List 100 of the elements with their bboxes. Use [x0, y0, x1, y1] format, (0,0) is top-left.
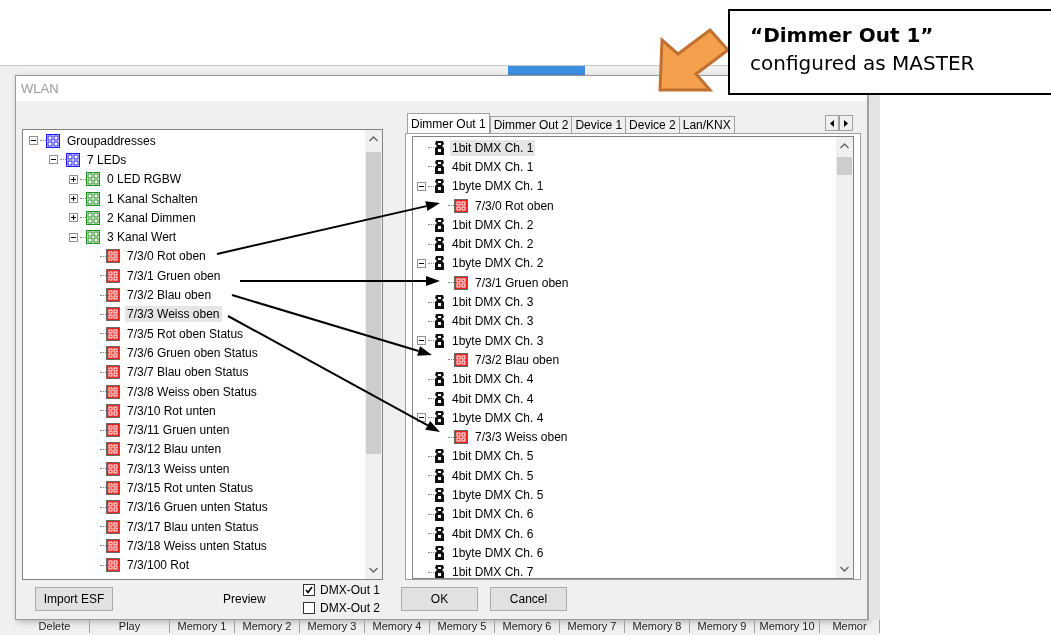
tree-item[interactable]: 1byte DMX Ch. 6: [450, 544, 546, 561]
bottom-tab[interactable]: Memory 2: [235, 620, 300, 633]
bottom-tab[interactable]: Memory 9: [690, 620, 755, 633]
tree-item[interactable]: 7/3/10 Rot unten: [125, 402, 218, 419]
tree-item[interactable]: 1byte DMX Ch. 1: [450, 178, 546, 195]
collapse-icon[interactable]: [417, 413, 426, 423]
bottom-tab[interactable]: Memory 7: [560, 620, 625, 633]
scrollbar[interactable]: [836, 137, 853, 578]
tree-item[interactable]: 7/3/5 Rot oben Status: [125, 325, 246, 342]
tree-item[interactable]: 7/3/13 Weiss unten: [125, 460, 232, 477]
tree-item[interactable]: 7/3/2 Blau oben: [473, 351, 562, 368]
scroll-up-icon[interactable]: [369, 136, 378, 142]
tree-item[interactable]: 3 Kanal Wert: [105, 229, 179, 246]
tree-item[interactable]: 1byte DMX Ch. 5: [450, 487, 546, 503]
tree-item[interactable]: 4bit DMX Ch. 6: [450, 525, 536, 542]
tree-item[interactable]: 7/3/12 Blau unten: [125, 441, 224, 458]
device-icon: [434, 333, 445, 348]
tab-scroll-right-button[interactable]: [839, 115, 853, 131]
bottom-tab[interactable]: Memory 6: [495, 620, 560, 633]
collapse-icon[interactable]: [417, 336, 426, 346]
tab[interactable]: Lan/KNX: [678, 116, 735, 133]
address-icon: [106, 288, 120, 302]
bottom-tab[interactable]: Memory 4: [365, 620, 430, 633]
tab[interactable]: Dimmer Out 1: [407, 113, 490, 133]
tree-item[interactable]: 7/3/1 Gruen oben: [473, 274, 571, 291]
scroll-thumb[interactable]: [366, 152, 381, 454]
collapse-icon[interactable]: [417, 181, 426, 191]
tree-item[interactable]: 0 LED RGBW: [105, 171, 183, 188]
tree-item[interactable]: 1 Kanal Schalten: [105, 190, 200, 207]
tree-item[interactable]: 7/3/11 Gruen unten: [125, 422, 232, 439]
bottom-tab[interactable]: Memory 8: [625, 620, 690, 633]
tree-item[interactable]: 7/3/18 Weiss unten Status: [125, 537, 269, 554]
bottom-tab[interactable]: Delete: [20, 620, 90, 633]
tree-item[interactable]: 7 LEDs: [85, 151, 129, 168]
device-icon: [434, 179, 445, 194]
bottom-tab[interactable]: Memory 3: [300, 620, 365, 633]
checkbox[interactable]: [303, 602, 315, 614]
tree-item[interactable]: 1bit DMX Ch. 1: [450, 139, 536, 156]
tree-item[interactable]: 7/3/2 Blau oben: [125, 287, 214, 303]
tree-item[interactable]: 4bit DMX Ch. 3: [450, 313, 536, 330]
tree-item[interactable]: 1byte DMX Ch. 3: [450, 332, 546, 349]
tab-scroll-left-button[interactable]: [825, 115, 839, 131]
bottom-tab[interactable]: Memory 10: [755, 620, 820, 633]
tree-item[interactable]: 7/3/17 Blau unten Status: [125, 518, 261, 535]
address-icon: [106, 500, 120, 515]
dialog-button[interactable]: Cancel: [490, 587, 567, 611]
tree-item[interactable]: 7/3/0 Rot oben: [473, 197, 556, 214]
expand-icon[interactable]: [69, 213, 78, 223]
address-icon: [106, 384, 120, 399]
collapse-icon[interactable]: [29, 136, 38, 146]
tab[interactable]: Dimmer Out 2: [489, 116, 573, 133]
tree-item[interactable]: 1bit DMX Ch. 2: [450, 216, 536, 233]
tree-item[interactable]: 7/3/7 Blau oben Status: [125, 364, 251, 381]
tree-item[interactable]: 7/3/6 Gruen oben Status: [125, 344, 260, 361]
tree-item[interactable]: 4bit DMX Ch. 5: [450, 467, 536, 484]
scroll-up-icon[interactable]: [840, 143, 849, 149]
scrollbar[interactable]: [365, 130, 382, 579]
bottom-tab[interactable]: Memory 1: [170, 620, 235, 633]
address-icon: [454, 275, 468, 290]
tree-item[interactable]: 1bit DMX Ch. 5: [450, 448, 536, 465]
collapse-icon[interactable]: [417, 258, 426, 268]
tree-item[interactable]: 7/3/3 Weiss oben: [125, 306, 222, 323]
tree-item[interactable]: 7/3/16 Gruen unten Status: [125, 499, 270, 516]
tree-item[interactable]: 7/3/3 Weiss oben: [473, 429, 570, 446]
preview-label: Preview: [223, 592, 267, 606]
tree-item[interactable]: 7/3/1 Gruen oben: [125, 267, 223, 284]
tree-item[interactable]: 1byte DMX Ch. 2: [450, 255, 546, 272]
dialog-button[interactable]: OK: [401, 587, 478, 611]
bottom-tab[interactable]: Memory 5: [430, 620, 495, 633]
device-icon: [434, 410, 445, 425]
scroll-down-icon[interactable]: [840, 566, 849, 572]
checkbox[interactable]: [303, 584, 315, 596]
tree-item[interactable]: 2 Kanal Dimmen: [105, 209, 198, 226]
scroll-thumb[interactable]: [837, 157, 852, 175]
tree-item[interactable]: 1bit DMX Ch. 7: [450, 564, 536, 578]
device-icon: [434, 391, 445, 406]
bottom-tab[interactable]: Memor: [820, 620, 880, 633]
expand-icon[interactable]: [69, 194, 78, 204]
tree-item[interactable]: 1bit DMX Ch. 3: [450, 294, 536, 310]
tree-item[interactable]: 1byte DMX Ch. 4: [450, 409, 546, 426]
bottom-tab[interactable]: Play: [90, 620, 170, 633]
tree-item[interactable]: 7/3/100 Rot: [125, 557, 192, 574]
scroll-down-icon[interactable]: [369, 567, 378, 573]
tree-item[interactable]: 4bit DMX Ch. 2: [450, 236, 536, 253]
address-icon: [106, 558, 120, 573]
tree-item[interactable]: 7/3/0 Rot oben: [125, 248, 208, 265]
device-icon: [434, 545, 445, 560]
collapse-icon[interactable]: [49, 155, 58, 165]
tree-item[interactable]: 7/3/15 Rot unten Status: [125, 480, 256, 496]
tree-item[interactable]: 7/3/8 Weiss oben Status: [125, 383, 259, 400]
import-button[interactable]: Import ESF: [35, 587, 113, 611]
tree-item[interactable]: 4bit DMX Ch. 1: [450, 158, 536, 175]
expand-icon[interactable]: [69, 174, 78, 184]
collapse-icon[interactable]: [69, 232, 78, 242]
left-triangle-icon: [830, 119, 834, 127]
tree-item[interactable]: 1bit DMX Ch. 4: [450, 371, 536, 388]
tree-item[interactable]: 1bit DMX Ch. 6: [450, 506, 536, 523]
address-icon: [106, 403, 120, 418]
tree-item[interactable]: Groupaddresses: [65, 132, 158, 149]
tree-item[interactable]: 4bit DMX Ch. 4: [450, 390, 536, 407]
